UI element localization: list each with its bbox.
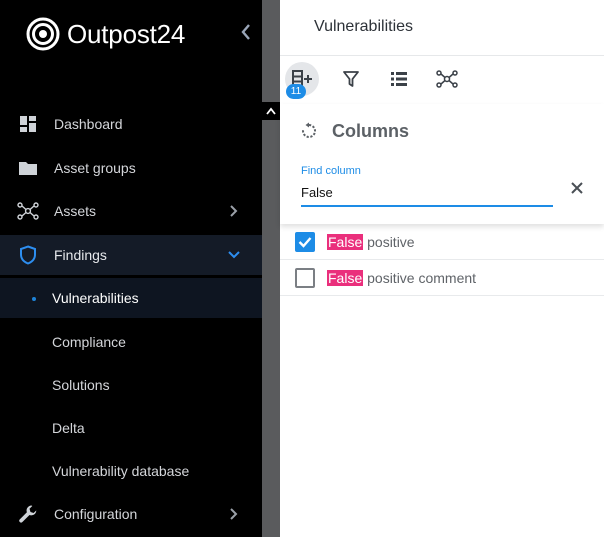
caret-up-icon (266, 107, 276, 115)
sidebar-item-vulnerabilities[interactable]: Vulnerabilities (0, 278, 262, 318)
folder-icon (17, 158, 39, 178)
search-match-highlight: False (327, 234, 364, 250)
list-icon (391, 72, 407, 86)
divider (280, 55, 604, 56)
list-view-button[interactable] (382, 62, 416, 96)
checkbox-unchecked[interactable] (295, 268, 315, 288)
chevron-left-icon (241, 24, 250, 40)
sidebar: Outpost24 Dashboard Asset groups Assets (0, 0, 262, 537)
sidebar-item-label: Vulnerabilities (52, 290, 139, 306)
sidebar-item-label: Delta (52, 420, 85, 436)
brand-logo[interactable]: Outpost24 (26, 16, 185, 52)
network-icon (17, 201, 39, 221)
check-icon (298, 237, 312, 248)
active-bullet (32, 297, 36, 301)
sidebar-item-label: Configuration (54, 506, 138, 522)
sidebar-item-label: Compliance (52, 334, 126, 350)
chevron-down-icon (228, 251, 240, 259)
graph-icon (436, 70, 458, 88)
sidebar-item-label: Dashboard (54, 116, 123, 132)
reset-columns-button[interactable] (300, 122, 318, 140)
sidebar-item-label: Asset groups (54, 160, 136, 176)
close-icon (571, 182, 583, 194)
sidebar-item-vulnerability-database[interactable]: Vulnerability database (0, 451, 262, 491)
sidebar-item-label: Findings (54, 247, 107, 263)
filter-icon (343, 71, 359, 87)
page-title: Vulnerabilities (314, 18, 414, 35)
columns-title: Columns (332, 121, 410, 141)
collapse-sidebar-button[interactable] (236, 22, 256, 42)
checkbox-checked[interactable] (295, 232, 315, 252)
columns-count-badge: 11 (286, 84, 306, 99)
sidebar-item-label: Assets (54, 203, 97, 219)
brand-name: Outpost24 (67, 19, 185, 50)
wrench-icon (17, 504, 39, 524)
sidebar-item-assets[interactable]: Assets (0, 191, 262, 231)
sidebar-item-configuration[interactable]: Configuration (0, 494, 262, 534)
find-column-label: Find column (301, 165, 361, 177)
brand-number: 24 (156, 18, 186, 49)
reset-icon (302, 122, 316, 138)
dashboard-icon (17, 114, 39, 134)
graph-view-button[interactable] (430, 62, 464, 96)
shield-icon (17, 245, 39, 265)
list-item[interactable]: False positive comment (280, 260, 604, 296)
sidebar-item-dashboard[interactable]: Dashboard (0, 104, 262, 144)
columns-panel: Vulnerabilities 11 Columns Find column F… (280, 0, 604, 537)
scroll-up-button[interactable] (262, 102, 280, 120)
scrollbar-track[interactable] (262, 0, 280, 537)
sidebar-item-label: Vulnerability database (52, 463, 190, 479)
sidebar-item-compliance[interactable]: Compliance (0, 322, 262, 362)
find-column-input[interactable] (301, 179, 553, 207)
column-option-label: False positive (327, 234, 415, 250)
column-option-rest: positive comment (363, 270, 477, 286)
clear-search-button[interactable] (567, 178, 587, 198)
filter-button[interactable] (334, 62, 368, 96)
column-option-rest: positive (363, 234, 415, 250)
chevron-right-icon (230, 205, 238, 217)
logo-icon (26, 17, 60, 51)
brand-main: Outpost (67, 18, 157, 49)
columns-card: Columns Find column (280, 104, 604, 224)
sidebar-item-solutions[interactable]: Solutions (0, 365, 262, 405)
sidebar-item-delta[interactable]: Delta (0, 408, 262, 448)
search-match-highlight: False (327, 270, 364, 286)
column-option-label: False positive comment (327, 270, 476, 286)
sidebar-item-findings[interactable]: Findings (0, 235, 262, 275)
sidebar-item-asset-groups[interactable]: Asset groups (0, 148, 262, 188)
list-item[interactable]: False positive (280, 224, 604, 260)
chevron-right-icon (230, 508, 238, 520)
sidebar-item-label: Solutions (52, 377, 110, 393)
